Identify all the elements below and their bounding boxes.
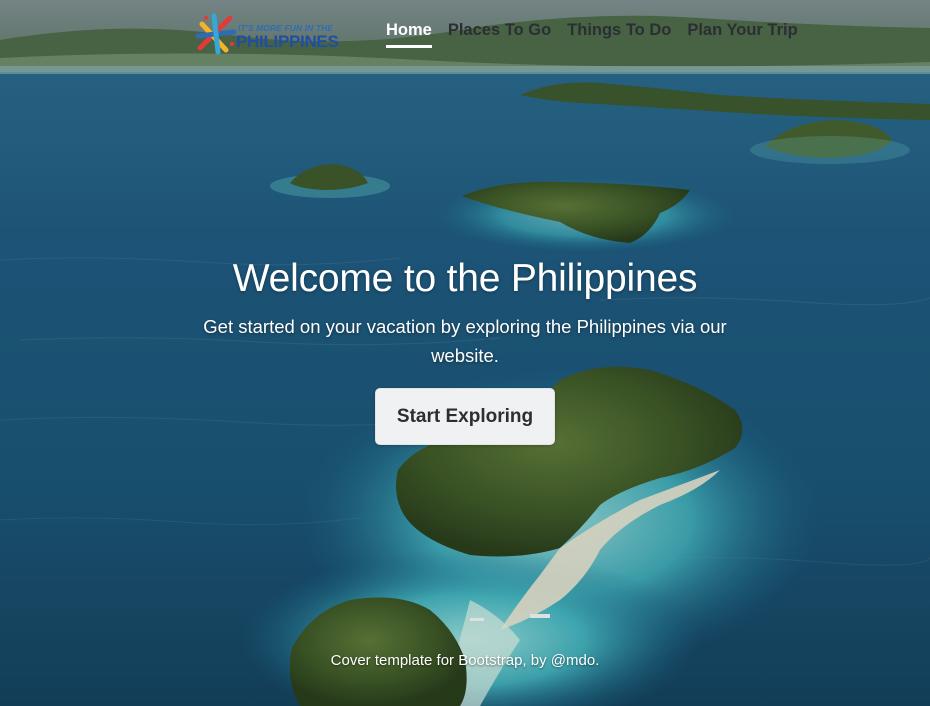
nav-link-places-to-go[interactable]: Places To Go: [440, 18, 559, 48]
philippines-sun-star-logo-icon: [195, 13, 237, 55]
nav-link-things-to-do[interactable]: Things To Do: [559, 18, 679, 48]
nav-link-plan-your-trip[interactable]: Plan Your Trip: [679, 18, 805, 48]
cover-page: IT'S MORE FUN IN THE PHILIPPINES Home Pl…: [0, 0, 930, 706]
start-exploring-button[interactable]: Start Exploring: [374, 388, 556, 445]
brand-name: PHILIPPINES: [236, 32, 339, 51]
nav-link-home[interactable]: Home: [378, 18, 440, 48]
footer: Cover template for Bootstrap, by @mdo.: [0, 652, 930, 669]
hero: Welcome to the Philippines Get started o…: [0, 252, 930, 445]
hero-title: Welcome to the Philippines: [232, 257, 698, 300]
brand-logo[interactable]: IT'S MORE FUN IN THE PHILIPPINES: [192, 10, 340, 58]
hero-lead: Get started on your vacation by explorin…: [203, 316, 727, 366]
footer-credit: Cover template for Bootstrap, by @mdo.: [330, 652, 600, 669]
masthead: IT'S MORE FUN IN THE PHILIPPINES Home Pl…: [0, 0, 930, 62]
main-nav: Home Places To Go Things To Do Plan Your…: [378, 18, 806, 48]
